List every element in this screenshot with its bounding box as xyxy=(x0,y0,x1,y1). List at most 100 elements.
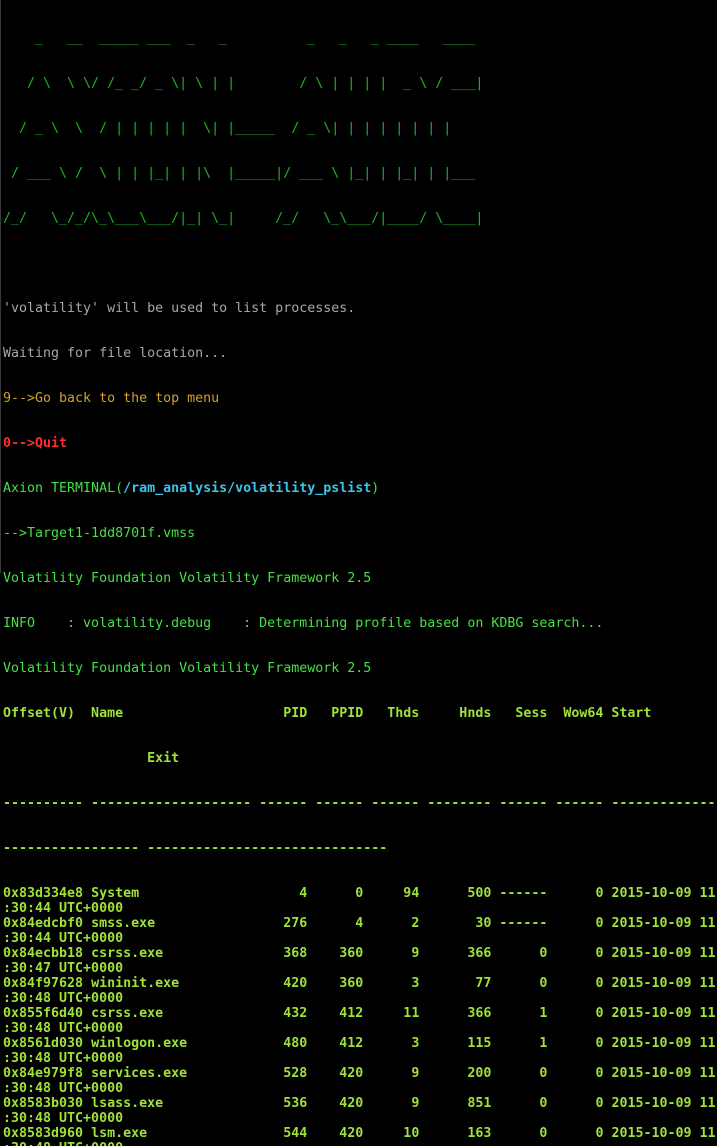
cell-pid: 368 xyxy=(251,946,308,961)
prompt-suffix: ) xyxy=(371,481,380,496)
cell-wow64: 0 xyxy=(547,1126,604,1141)
banner-art-line: / _ \ \ / | | | | | \| |_____ / _ \| | |… xyxy=(3,121,484,136)
cell-name: winlogon.exe xyxy=(83,1036,252,1051)
cell-offset: 0x84f97628 xyxy=(3,976,84,991)
cell-thds: 10 xyxy=(363,1126,420,1141)
banner-art-line: _ __ _____ ___ _ _ _ _ _ ____ ____ xyxy=(3,31,484,46)
cell-pid: 420 xyxy=(251,976,308,991)
cell-start-wrap: :30:48 UTC+0000 xyxy=(3,1021,124,1036)
cell-hnds: 30 xyxy=(419,916,492,931)
cell-start: 2015-10-09 11 xyxy=(603,946,716,961)
cell-start-wrap: :30:48 UTC+0000 xyxy=(3,1081,124,1096)
cell-name: wininit.exe xyxy=(83,976,252,991)
terminal-output[interactable]: _ __ _____ ___ _ _ _ _ _ ____ ____ / \ \… xyxy=(3,1,716,1146)
framework-line: Volatility Foundation Volatility Framewo… xyxy=(3,661,372,676)
cell-sess: ------ xyxy=(491,916,548,931)
cell-ppid: 420 xyxy=(307,1066,364,1081)
cell-hnds: 366 xyxy=(419,1006,492,1021)
table-header-wrap: Exit xyxy=(3,751,180,766)
cell-start-wrap: :30:48 UTC+0000 xyxy=(3,991,124,1006)
cell-hnds: 500 xyxy=(419,886,492,901)
cell-pid: 276 xyxy=(251,916,308,931)
waiting-line: Waiting for file location... xyxy=(3,346,228,361)
cell-pid: 432 xyxy=(251,1006,308,1021)
cell-start: 2015-10-09 11 xyxy=(603,886,716,901)
cell-pid: 480 xyxy=(251,1036,308,1051)
table-row[interactable]: 0x84e979f8 services.exe 528 420 9 200 0 … xyxy=(3,1066,716,1081)
process-table-body: 0x83d334e8 System 4 0 94 500 ------ 0 20… xyxy=(3,886,716,1146)
menu-option-quit: 0-->Quit xyxy=(3,436,68,451)
cell-thds: 2 xyxy=(363,916,420,931)
cell-sess: 0 xyxy=(491,946,548,961)
cell-start-wrap: :30:47 UTC+0000 xyxy=(3,961,124,976)
table-row[interactable]: 0x84edcbf0 smss.exe 276 4 2 30 ------ 0 … xyxy=(3,916,716,931)
info-line: INFO : volatility.debug : Determining pr… xyxy=(3,616,604,631)
cell-sess: ------ xyxy=(491,886,548,901)
banner-art-line: / ___ \ / \ | | |_| | |\ |_____|/ ___ \ … xyxy=(3,166,484,181)
cell-start-wrap: :30:48 UTC+0000 xyxy=(3,1051,124,1066)
cell-name: csrss.exe xyxy=(83,1006,252,1021)
table-row[interactable]: 0x8583b030 lsass.exe 536 420 9 851 0 0 2… xyxy=(3,1096,716,1111)
cell-wow64: 0 xyxy=(547,1006,604,1021)
cell-offset: 0x8583d960 xyxy=(3,1126,84,1141)
framework-line: Volatility Foundation Volatility Framewo… xyxy=(3,571,372,586)
cell-wow64: 0 xyxy=(547,886,604,901)
cell-wow64: 0 xyxy=(547,976,604,991)
cell-ppid: 4 xyxy=(307,916,364,931)
cell-hnds: 366 xyxy=(419,946,492,961)
cell-hnds: 851 xyxy=(419,1096,492,1111)
cell-start-wrap: :30:48 UTC+0000 xyxy=(3,1111,124,1126)
cell-name: csrss.exe xyxy=(83,946,252,961)
cell-pid: 4 xyxy=(251,886,308,901)
cell-start-wrap: :30:44 UTC+0000 xyxy=(3,931,124,946)
cell-offset: 0x83d334e8 xyxy=(3,886,84,901)
cell-offset: 0x8583b030 xyxy=(3,1096,84,1111)
table-row[interactable]: 0x84ecbb18 csrss.exe 368 360 9 366 0 0 2… xyxy=(3,946,716,961)
cell-pid: 528 xyxy=(251,1066,308,1081)
cell-ppid: 412 xyxy=(307,1036,364,1051)
cell-thds: 9 xyxy=(363,1066,420,1081)
cell-start: 2015-10-09 11 xyxy=(603,1066,716,1081)
cell-offset: 0x84e979f8 xyxy=(3,1066,84,1081)
cell-offset: 0x84edcbf0 xyxy=(3,916,84,931)
tool-info-line: 'volatility' will be used to list proces… xyxy=(3,301,356,316)
banner-art-line: / \ \ \/ /_ _/ _ \| \ | | / \ | | | | _ … xyxy=(3,76,484,91)
cell-offset: 0x855f6d40 xyxy=(3,1006,84,1021)
cell-ppid: 360 xyxy=(307,946,364,961)
table-row[interactable]: 0x8561d030 winlogon.exe 480 412 3 115 1 … xyxy=(3,1036,716,1051)
cell-hnds: 77 xyxy=(419,976,492,991)
cell-offset: 0x84ecbb18 xyxy=(3,946,84,961)
cell-offset: 0x8561d030 xyxy=(3,1036,84,1051)
cell-start-wrap: :30:44 UTC+0000 xyxy=(3,901,124,916)
table-header: Offset(V) Name PID PPID Thds Hnds Sess W… xyxy=(3,706,652,721)
cell-pid: 544 xyxy=(251,1126,308,1141)
cell-start: 2015-10-09 11 xyxy=(603,976,716,991)
cell-hnds: 115 xyxy=(419,1036,492,1051)
cell-hnds: 163 xyxy=(419,1126,492,1141)
table-row[interactable]: 0x8583d960 lsm.exe 544 420 10 163 0 0 20… xyxy=(3,1126,716,1141)
cell-wow64: 0 xyxy=(547,916,604,931)
input-file-line: -->Target1-1dd8701f.vmss xyxy=(3,526,196,541)
cell-sess: 0 xyxy=(491,1126,548,1141)
cell-thds: 9 xyxy=(363,946,420,961)
cell-thds: 11 xyxy=(363,1006,420,1021)
cell-name: services.exe xyxy=(83,1066,252,1081)
menu-option-back: 9-->Go back to the top menu xyxy=(3,391,220,406)
cell-sess: 1 xyxy=(491,1006,548,1021)
cell-name: System xyxy=(83,886,252,901)
table-row[interactable]: 0x83d334e8 System 4 0 94 500 ------ 0 20… xyxy=(3,886,716,901)
cell-thds: 94 xyxy=(363,886,420,901)
cell-start: 2015-10-09 11 xyxy=(603,916,716,931)
cell-ppid: 412 xyxy=(307,1006,364,1021)
cell-start: 2015-10-09 11 xyxy=(603,1096,716,1111)
cell-start-wrap: :30:48 UTC+0000 xyxy=(3,1141,716,1146)
cell-wow64: 0 xyxy=(547,1066,604,1081)
table-row[interactable]: 0x855f6d40 csrss.exe 432 412 11 366 1 0 … xyxy=(3,1006,716,1021)
table-row[interactable]: 0x84f97628 wininit.exe 420 360 3 77 0 0 … xyxy=(3,976,716,991)
cell-sess: 0 xyxy=(491,1066,548,1081)
banner-art-line: /_/ \_/_/\_\___\___/|_| \_| /_/ \_\___/|… xyxy=(3,211,484,226)
cell-start: 2015-10-09 11 xyxy=(603,1036,716,1051)
cell-ppid: 420 xyxy=(307,1096,364,1111)
cell-name: lsm.exe xyxy=(83,1126,252,1141)
